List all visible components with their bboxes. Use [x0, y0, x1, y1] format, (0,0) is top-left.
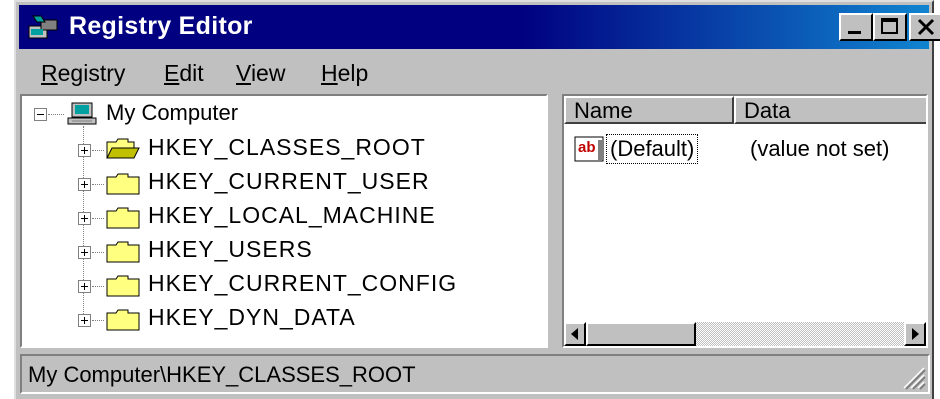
- title-bar[interactable]: Registry Editor: [19, 5, 940, 49]
- menu-label: iew: [250, 60, 286, 86]
- open-folder-icon: [106, 138, 140, 159]
- scroll-right-button[interactable]: [904, 322, 926, 346]
- menu-accel: R: [41, 60, 58, 86]
- tree-line: [92, 150, 104, 151]
- computer-icon: [67, 102, 97, 125]
- menu-edit[interactable]: Edit: [164, 60, 204, 87]
- value-name[interactable]: (Default): [606, 134, 699, 164]
- values-pane[interactable]: Name Data ab (Default) (value not set): [562, 94, 928, 348]
- menu-accel: H: [321, 60, 338, 86]
- minimize-button[interactable]: [839, 13, 873, 41]
- menu-bar: Registry Edit View Help: [19, 52, 929, 92]
- tree-line: [92, 252, 104, 253]
- tree-line: [92, 320, 104, 321]
- registry-editor-icon: [28, 15, 58, 39]
- tree-line: [92, 184, 104, 185]
- close-icon: [917, 18, 935, 36]
- value-data: (value not set): [750, 136, 890, 161]
- menu-help[interactable]: Help: [321, 60, 368, 87]
- column-header-name[interactable]: Name: [564, 96, 734, 124]
- tree-item-hkey-classes-root[interactable]: HKEY_CLASSES_ROOT: [148, 134, 426, 164]
- expand-toggle[interactable]: [78, 314, 91, 327]
- tree-line: [48, 114, 64, 115]
- expand-toggle[interactable]: [78, 280, 91, 293]
- expand-toggle[interactable]: [78, 246, 91, 259]
- folder-icon: [106, 173, 140, 195]
- menu-label: egistry: [57, 60, 126, 86]
- menu-accel: V: [236, 60, 251, 86]
- close-button[interactable]: [909, 13, 940, 41]
- tree-line: [92, 286, 104, 287]
- resize-grip-icon[interactable]: [900, 364, 926, 390]
- folder-icon: [106, 241, 140, 263]
- tree-item-hkey-current-user[interactable]: HKEY_CURRENT_USER: [148, 168, 430, 198]
- tree-pane[interactable]: My Computer HKEY_CLASSES_ROOT HKEY_CURRE…: [20, 94, 548, 348]
- tree-item-hkey-local-machine[interactable]: HKEY_LOCAL_MACHINE: [148, 202, 436, 232]
- menu-label: dit: [179, 60, 204, 86]
- window-title: Registry Editor: [69, 12, 253, 40]
- left-arrow-icon: [571, 328, 578, 340]
- menu-registry[interactable]: Registry: [41, 60, 125, 87]
- scroll-left-button[interactable]: [564, 322, 586, 346]
- scroll-thumb[interactable]: [586, 322, 696, 346]
- registry-editor-window: Registry Editor Registry Edit View Help …: [14, 0, 940, 399]
- right-arrow-icon: [912, 328, 919, 340]
- horizontal-scrollbar[interactable]: [564, 322, 926, 346]
- folder-icon: [106, 309, 140, 331]
- tree-item-hkey-users[interactable]: HKEY_USERS: [148, 236, 313, 266]
- tree-line: [92, 218, 104, 219]
- maximize-button[interactable]: [873, 13, 907, 41]
- tree-root-label[interactable]: My Computer: [106, 100, 238, 130]
- folder-icon: [106, 275, 140, 297]
- status-path: My Computer\HKEY_CLASSES_ROOT: [28, 362, 416, 387]
- string-value-icon: ab: [574, 136, 604, 162]
- folder-icon: [106, 207, 140, 229]
- menu-view[interactable]: View: [236, 60, 285, 87]
- tree-item-hkey-current-config[interactable]: HKEY_CURRENT_CONFIG: [148, 270, 457, 300]
- menu-accel: E: [164, 60, 180, 86]
- collapse-toggle[interactable]: [34, 108, 47, 121]
- tree-item-hkey-dyn-data[interactable]: HKEY_DYN_DATA: [148, 304, 356, 334]
- status-bar: My Computer\HKEY_CLASSES_ROOT: [20, 354, 930, 394]
- svg-text:ab: ab: [578, 139, 596, 156]
- menu-label: elp: [337, 60, 369, 86]
- minimize-icon: [848, 31, 861, 34]
- expand-toggle[interactable]: [78, 212, 91, 225]
- expand-toggle[interactable]: [78, 144, 91, 157]
- expand-toggle[interactable]: [78, 178, 91, 191]
- maximize-icon: [881, 18, 898, 34]
- column-header-data[interactable]: Data: [734, 96, 926, 124]
